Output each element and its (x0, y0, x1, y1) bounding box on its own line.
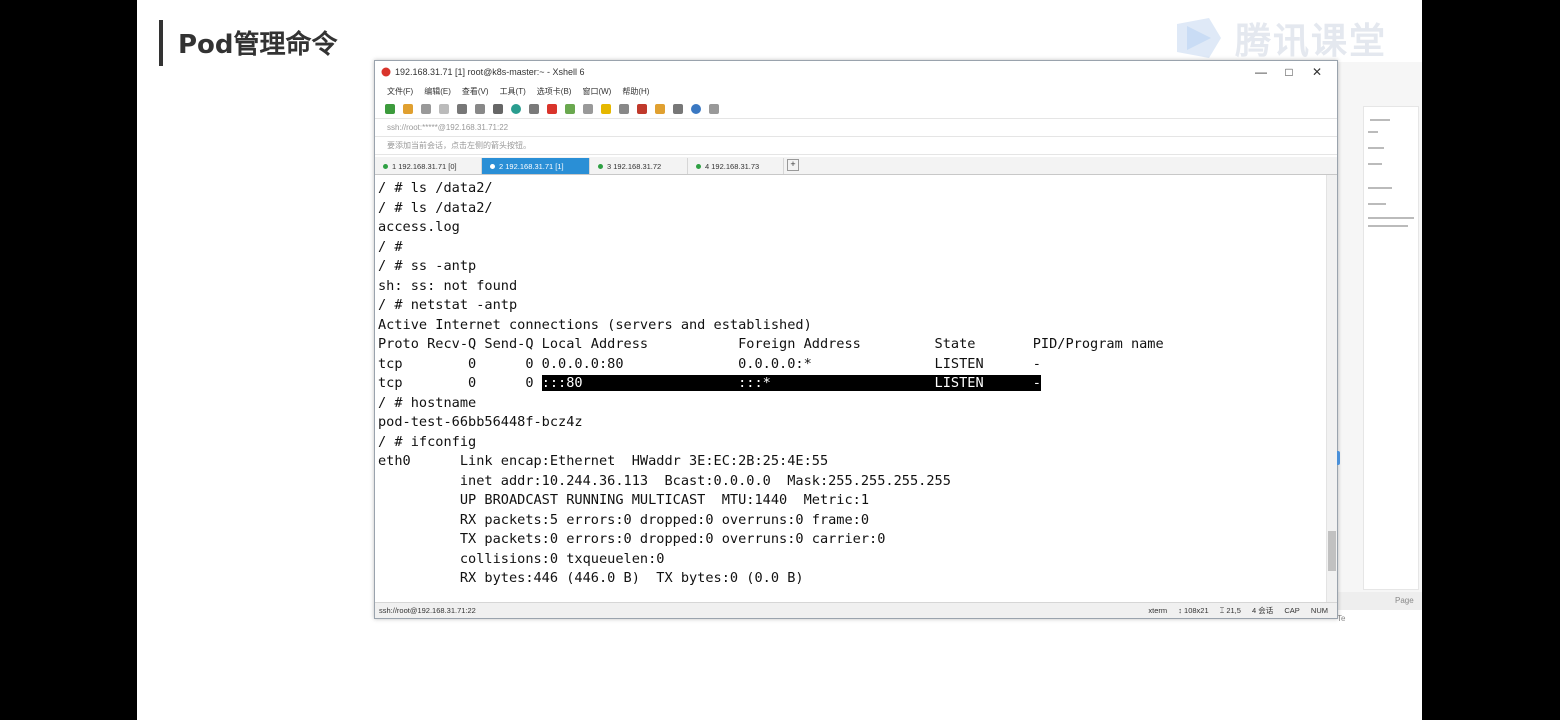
tab-label: 3 192.168.31.72 (607, 161, 662, 171)
chat-icon[interactable] (709, 103, 719, 114)
close-button[interactable]: ✕ (1303, 65, 1331, 79)
terminal-line: sh: ss: not found (378, 277, 518, 294)
menu-file[interactable]: 文件(F) (387, 86, 413, 97)
menu-tools[interactable]: 工具(T) (500, 86, 526, 97)
window-controls: — □ ✕ (1247, 61, 1331, 83)
keyboard-icon[interactable] (619, 103, 629, 114)
status-num: NUM (1310, 606, 1328, 615)
layout-icon[interactable] (673, 103, 683, 114)
menubar: 文件(F) 编辑(E) 查看(V) 工具(T) 选项卡(B) 窗口(W) 帮助(… (375, 83, 1337, 99)
status-connection: ssh://root@192.168.31.71:22 (379, 606, 476, 615)
terminal-line: TX packets:0 errors:0 dropped:0 overruns… (378, 531, 886, 547)
copy-icon[interactable] (457, 103, 467, 114)
document-status-text: Page Te (1337, 596, 1414, 623)
xftp-icon[interactable] (547, 103, 557, 114)
fullscreen-icon[interactable] (583, 103, 593, 114)
address-text: ssh://root:*****@192.168.31.71:22 (387, 123, 509, 132)
brand-name: 腾讯课堂 (1235, 21, 1388, 62)
statusbar: ssh://root@192.168.31.71:22 xterm ↕ 108x… (375, 602, 1337, 618)
status-sessions: 4 会话 (1252, 606, 1274, 615)
status-terminal-type: xterm (1148, 606, 1168, 615)
tab-session-3[interactable]: 3 192.168.31.72 (590, 158, 688, 174)
terminal-line: RX bytes:446 (446.0 B) TX bytes:0 (0.0 B… (378, 570, 804, 586)
xshell-window[interactable]: 192.168.31.71 [1] root@k8s-master:~ - Xs… (374, 60, 1340, 619)
play-logo-icon (1177, 18, 1221, 58)
window-titlebar[interactable]: 192.168.31.71 [1] root@k8s-master:~ - Xs… (375, 61, 1337, 83)
terminal-line: / # ifconfig (378, 433, 477, 450)
search-icon[interactable] (475, 103, 485, 114)
menu-view[interactable]: 查看(V) (462, 86, 489, 97)
compose-icon[interactable] (655, 103, 665, 114)
terminal-line: RX packets:5 errors:0 dropped:0 overruns… (378, 511, 870, 528)
terminal-line: UP BROADCAST RUNNING MULTICAST MTU:1440 … (378, 492, 870, 508)
terminal-line: / # (378, 238, 403, 255)
terminal-output[interactable]: / # ls /data2/ / # ls /data2/ access.log… (375, 175, 1325, 603)
status-size: ↕ 108x21 (1178, 606, 1209, 615)
terminal-selection: :::80 :::* LISTEN - (541, 375, 1041, 391)
quickbar-text: 要添加当前会话，点击左侧的箭头按钮。 (387, 141, 531, 150)
connected-dot-icon (696, 163, 701, 169)
settings-icon[interactable] (493, 103, 503, 114)
terminal-line: Active Internet connections (servers and… (378, 316, 812, 333)
tab-label: 4 192.168.31.73 (705, 161, 760, 171)
terminal-scrollbar[interactable] (1326, 175, 1337, 603)
terminal-line: inet addr:10.244.36.113 Bcast:0.0.0.0 Ma… (378, 472, 951, 489)
session-tabbar: 1 192.168.31.71 [0] 2 192.168.31.71 [1] … (375, 157, 1337, 175)
terminal-line: pod-test-66bb56448f-bcz4z (378, 414, 583, 430)
new-session-icon[interactable] (385, 103, 395, 114)
quick-command-bar[interactable]: 要添加当前会话，点击左侧的箭头按钮。 (375, 137, 1337, 155)
script-icon[interactable] (637, 103, 647, 114)
terminal-line: Proto Recv-Q Send-Q Local Address Foreig… (378, 336, 1164, 352)
terminal-line: access.log (378, 219, 460, 235)
globe-icon[interactable] (511, 103, 521, 114)
terminal-line: / # netstat -antp (378, 297, 518, 313)
background-document-window[interactable]: Page Te (1336, 62, 1422, 623)
menu-edit[interactable]: 编辑(E) (424, 86, 451, 97)
lock-icon[interactable] (601, 103, 611, 114)
menu-window[interactable]: 窗口(W) (582, 86, 611, 97)
connected-dot-icon (490, 163, 495, 169)
title-accent-bar (159, 20, 163, 66)
terminal-line-prefix: tcp 0 0 (378, 375, 542, 391)
status-caps: CAP (1284, 606, 1300, 615)
transfer-icon[interactable] (565, 103, 575, 114)
slide-title: Pod管理命令 (178, 30, 338, 60)
terminal-line: collisions:0 txqueuelen:0 (378, 550, 665, 567)
menu-tab[interactable]: 选项卡(B) (537, 86, 572, 97)
terminal-line: eth0 Link encap:Ethernet HWaddr 3E:EC:2B… (378, 453, 829, 469)
scrollbar-thumb[interactable] (1328, 531, 1336, 571)
status-cursor: ⌶ 21,5 (1219, 606, 1241, 615)
address-bar[interactable]: ssh://root:*****@192.168.31.71:22 (375, 119, 1337, 137)
window-title: 192.168.31.71 [1] root@k8s-master:~ - Xs… (395, 67, 585, 77)
tab-label: 1 192.168.31.71 [0] (392, 161, 457, 171)
help-icon[interactable] (691, 103, 701, 114)
terminal-line: / # ss -antp (378, 258, 477, 274)
status-right: xterm ↕ 108x21 ⌶ 21,5 4 会话 CAP NUM (1148, 605, 1337, 616)
tab-session-2[interactable]: 2 192.168.31.71 [1] (482, 158, 590, 174)
terminal-line: / # ls /data2/ (378, 180, 493, 196)
unlink-icon[interactable] (439, 103, 449, 114)
brand-watermark: 腾讯课堂 (1169, 14, 1387, 62)
toolbar (375, 99, 1337, 119)
connected-dot-icon (383, 163, 388, 169)
tab-session-4[interactable]: 4 192.168.31.73 (688, 158, 784, 174)
link-icon[interactable] (421, 103, 431, 114)
tab-label: 2 192.168.31.71 [1] (499, 161, 564, 171)
connected-dot-icon (598, 163, 603, 169)
tab-session-1[interactable]: 1 192.168.31.71 [0] (375, 158, 482, 174)
terminal-line: / # hostname (378, 394, 477, 411)
document-statusbar: Page Te (1337, 592, 1422, 623)
font-icon[interactable] (529, 103, 539, 114)
xshell-app-icon (381, 67, 391, 77)
open-folder-icon[interactable] (403, 103, 413, 114)
menu-help[interactable]: 帮助(H) (622, 86, 649, 97)
slide: Pod管理命令 腾讯课堂 Page Te 192.168.31.71 [1] r… (137, 0, 1422, 720)
document-page-thumbnail (1363, 106, 1419, 590)
terminal-line: tcp 0 0 :::80 :::* LISTEN - (378, 374, 1041, 394)
add-tab-button[interactable]: + (787, 159, 799, 171)
terminal-line: / # ls /data2/ (378, 199, 493, 216)
maximize-button[interactable]: □ (1275, 65, 1303, 79)
terminal-line: tcp 0 0 0.0.0.0:80 0.0.0.0:* LISTEN - (378, 355, 1041, 372)
minimize-button[interactable]: — (1247, 65, 1275, 79)
